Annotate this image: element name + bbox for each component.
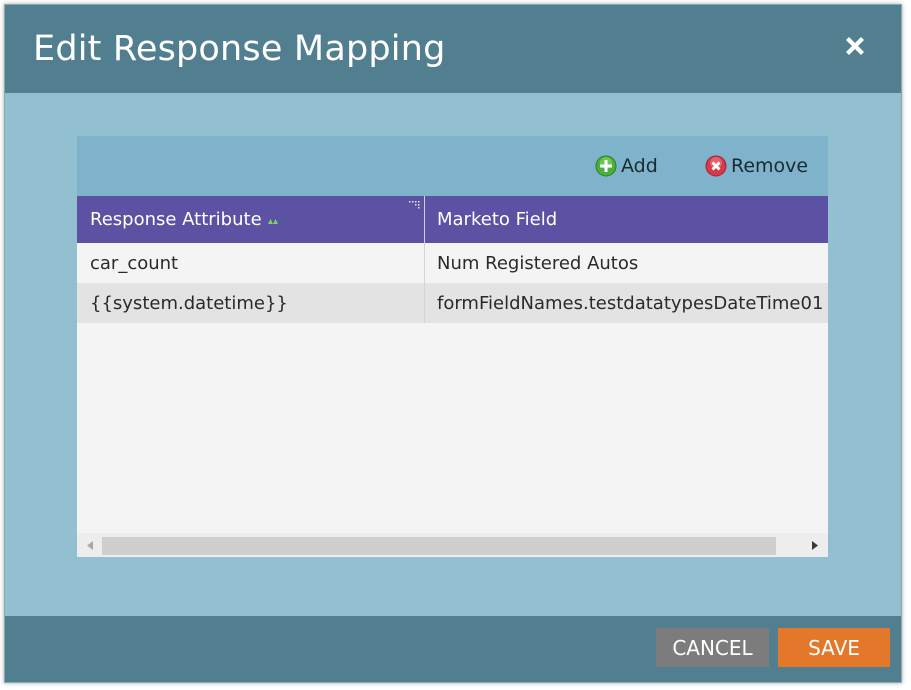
scroll-left-button[interactable] — [81, 533, 99, 557]
grid-toolbar: Add Remove — [77, 136, 828, 196]
column-header-response-attribute[interactable]: Response Attribute — [77, 196, 425, 243]
table-row[interactable]: car_count Num Registered Autos — [77, 243, 828, 283]
add-icon — [595, 155, 617, 177]
add-button[interactable]: Add — [595, 154, 658, 178]
marketo-field-cell[interactable]: formFieldNames.testdatatypesDateTime01 — [425, 283, 828, 323]
sort-icon — [267, 218, 278, 224]
column-header-label: Response Attribute — [90, 209, 262, 230]
column-header-marketo-field[interactable]: Marketo Field — [425, 196, 828, 243]
horizontal-scrollbar[interactable] — [77, 533, 828, 557]
remove-label: Remove — [731, 155, 809, 177]
scroll-left-arrow-icon — [87, 540, 93, 550]
close-icon — [846, 37, 864, 55]
close-button[interactable] — [842, 33, 868, 59]
cancel-button[interactable]: CANCEL — [656, 628, 769, 667]
response-attribute-cell[interactable]: {{system.datetime}} — [77, 283, 425, 323]
remove-icon — [705, 155, 727, 177]
column-resize-grip-icon[interactable] — [408, 200, 420, 210]
column-header-label: Marketo Field — [437, 209, 558, 230]
response-attribute-cell[interactable]: car_count — [77, 243, 425, 283]
scrollbar-thumb[interactable] — [102, 537, 776, 555]
scroll-right-button[interactable] — [806, 533, 824, 557]
grid-header: Response Attribute Marketo Field — [77, 196, 828, 243]
dialog-footer: CANCEL SAVE — [5, 616, 901, 682]
marketo-field-cell[interactable]: Num Registered Autos — [425, 243, 828, 283]
grid-body: car_count Num Registered Autos {{system.… — [77, 243, 828, 533]
dialog-title: Edit Response Mapping — [33, 29, 446, 69]
save-button[interactable]: SAVE — [778, 628, 890, 667]
dialog-title-bar: Edit Response Mapping — [5, 5, 901, 93]
table-row[interactable]: {{system.datetime}} formFieldNames.testd… — [77, 283, 828, 323]
mapping-grid: Add Remove Response Attribute Marketo Fi… — [77, 136, 828, 557]
edit-response-mapping-dialog: Edit Response Mapping Add Remove Respons… — [4, 4, 902, 683]
remove-button[interactable]: Remove — [705, 154, 808, 178]
scroll-right-arrow-icon — [812, 540, 818, 550]
add-label: Add — [621, 155, 658, 177]
